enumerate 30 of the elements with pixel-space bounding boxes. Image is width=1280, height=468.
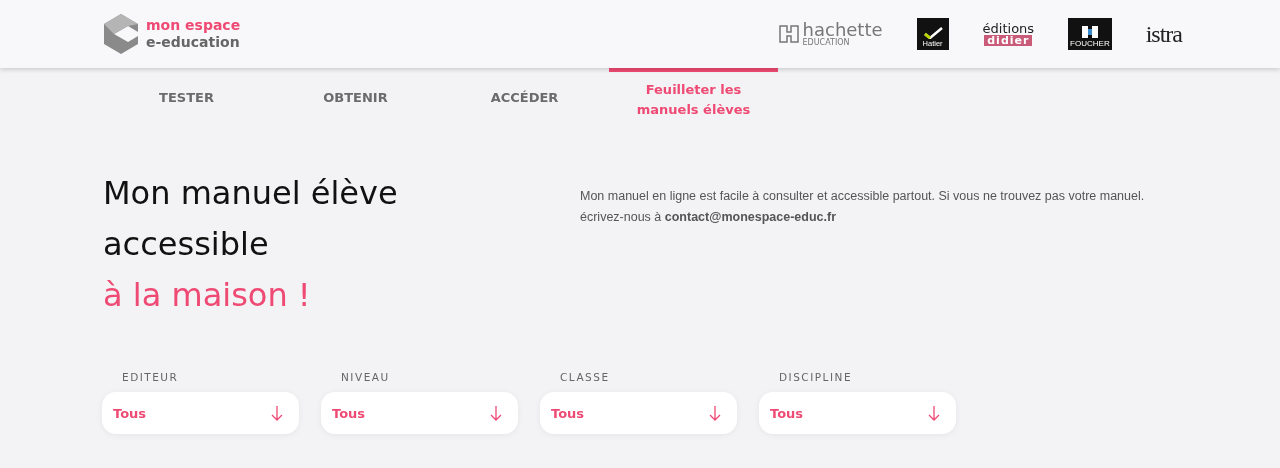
brand-name: mon espace <box>146 17 241 34</box>
down-arrow-icon <box>490 405 502 421</box>
filter-dropdown[interactable]: Tous <box>102 392 299 434</box>
didier-logo-text: éditions <box>982 22 1035 35</box>
down-arrow-icon <box>709 405 721 421</box>
nav-tab[interactable]: TESTER <box>102 68 271 126</box>
hachette-mark-icon <box>778 25 799 43</box>
filter-label: DISCIPLINE <box>778 371 854 383</box>
down-arrow-icon <box>271 405 283 421</box>
brand-logo-icon <box>102 12 140 56</box>
heading-highlight: à la maison ! <box>103 275 312 316</box>
filter-label: NIVEAU <box>340 371 391 383</box>
filter-dropdown[interactable]: Tous <box>540 392 737 434</box>
istra-logo-text: istra <box>1145 20 1182 48</box>
didier-logo-subtext: didier <box>984 35 1033 46</box>
nav-tab[interactable]: Feuilleter les manuels élèves <box>609 68 778 126</box>
down-arrow-icon <box>928 405 940 421</box>
nav-tab[interactable]: OBTENIR <box>271 68 440 126</box>
description-text: Mon manuel en ligne est facile à consulter et accessible partout. Si vous ne trouvez pas votre manuel. écrivez-nous à contact@monespace-educ.fr <box>580 188 1146 226</box>
foucher-logo: FOUCHER <box>1068 18 1112 50</box>
filter-dropdown[interactable]: Tous <box>759 392 956 434</box>
hachette-logo-subtext: EDUCATION <box>802 39 851 47</box>
brand-subtitle: e-education <box>146 34 241 51</box>
nav-tab[interactable]: ACCÉDER <box>440 68 609 126</box>
heading-line: accessible <box>103 224 270 265</box>
heading-line: Mon manuel élève <box>103 173 399 214</box>
filter-label: CLASSE <box>559 371 611 383</box>
hachette-logo-text: hachette <box>802 21 883 39</box>
filter-label: EDITEUR <box>121 371 180 383</box>
filter-dropdown[interactable]: Tous <box>321 392 518 434</box>
